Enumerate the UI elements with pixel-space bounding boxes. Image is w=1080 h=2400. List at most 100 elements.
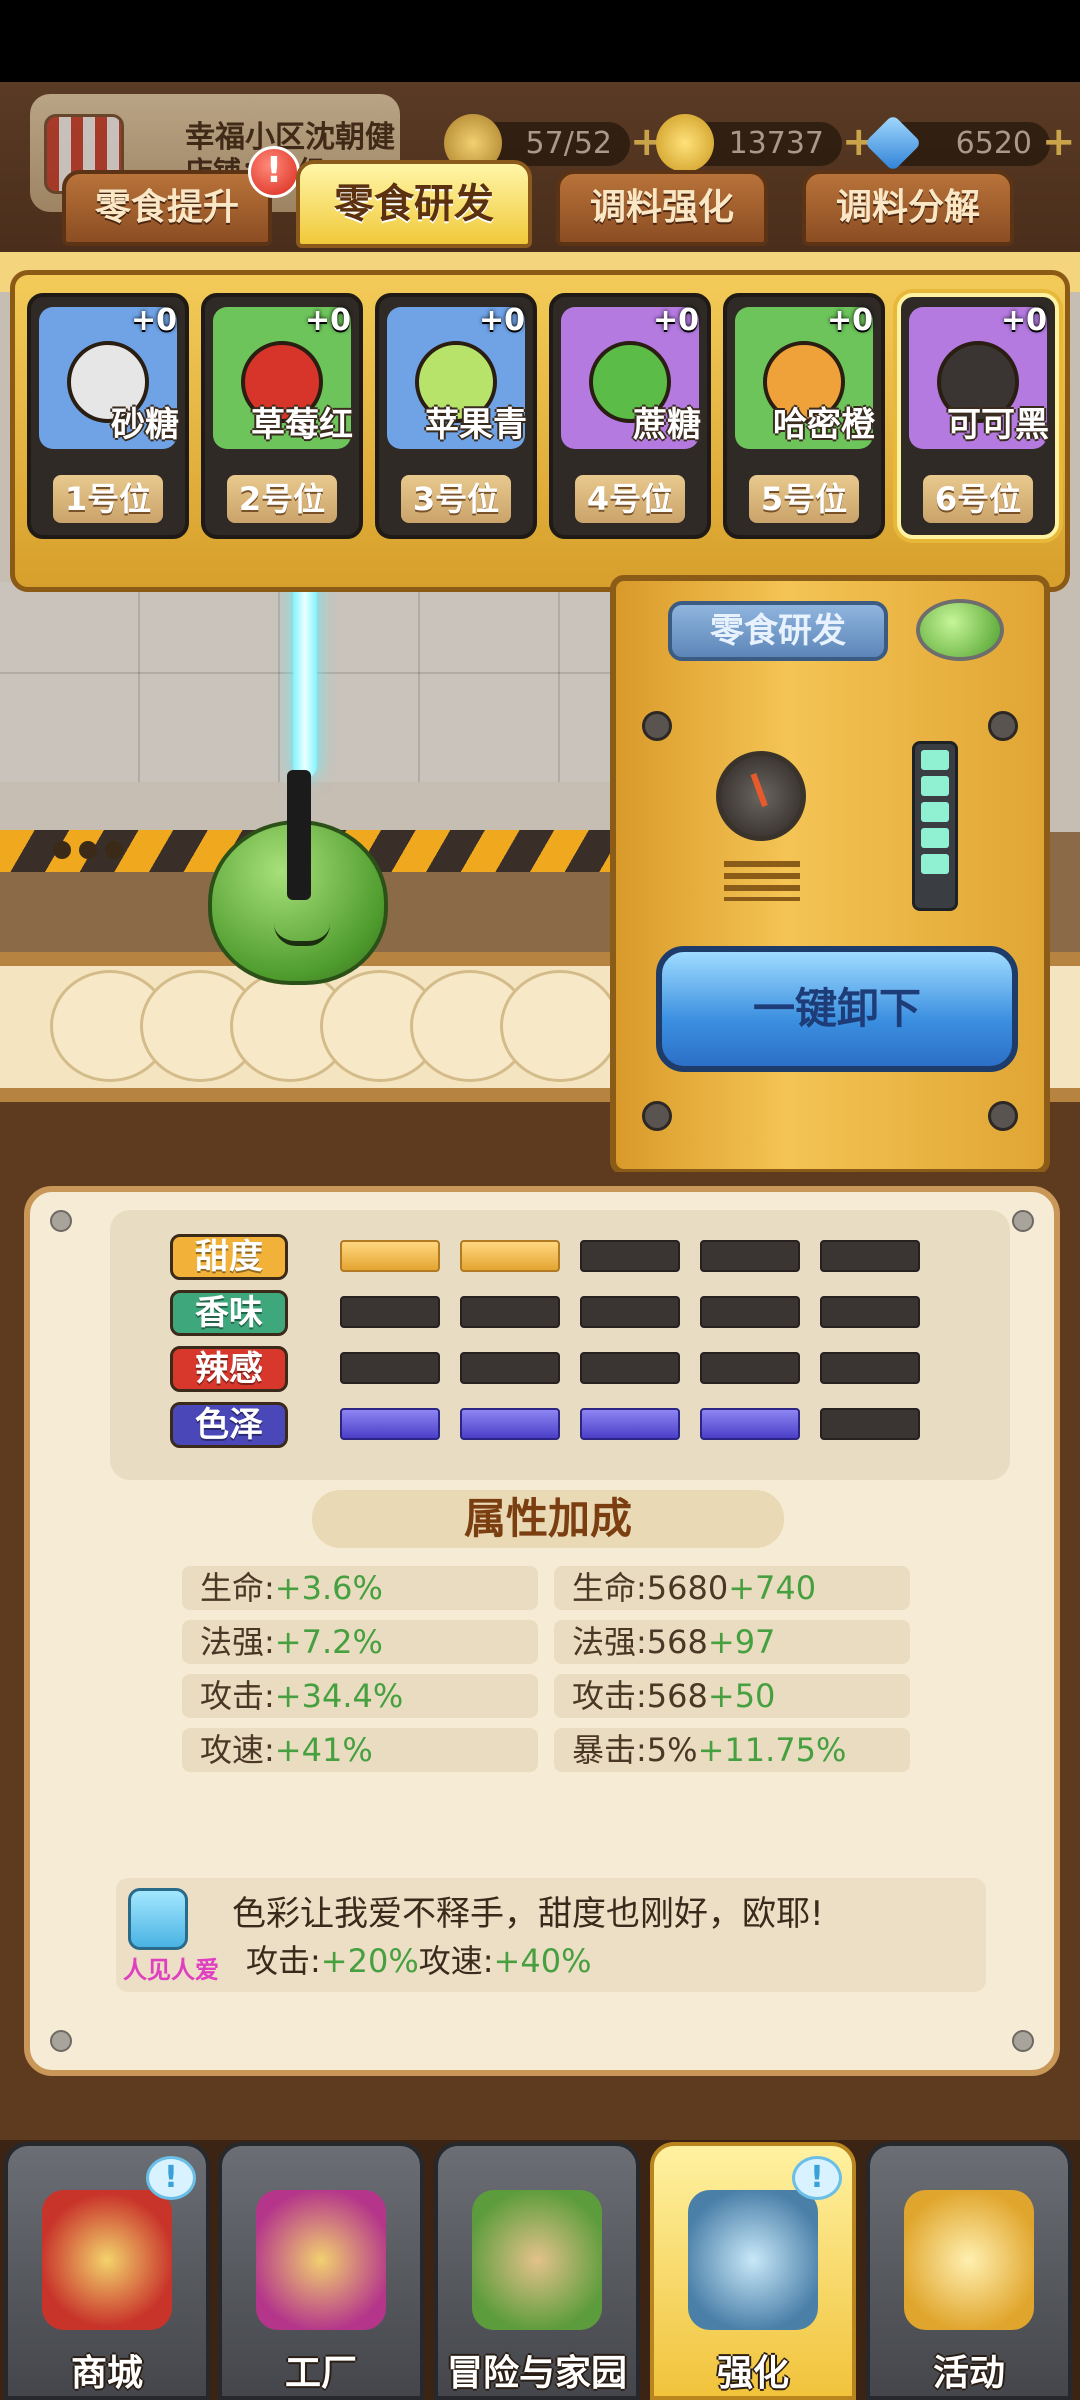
research-machine: 零食研发 一键卸下 — [610, 575, 1050, 1175]
attr-bar-empty — [460, 1352, 560, 1384]
nav-label: 冒险与家园 — [446, 2353, 627, 2394]
stat-hp: 生命:5680+740 — [554, 1566, 910, 1610]
slot-position: 2号位 — [227, 475, 337, 523]
nav-enhance[interactable]: ! 强化 — [650, 2142, 856, 2400]
stat-attack-percent: 攻击:+34.4% — [182, 1674, 538, 1718]
effect-value: +20% — [320, 1942, 419, 1980]
slot-position: 1号位 — [53, 475, 163, 523]
stat-key: 法强:568 — [572, 1623, 708, 1661]
tab-snack-upgrade[interactable]: 零食提升 — [62, 170, 272, 246]
stat-value: +34.4% — [274, 1677, 404, 1715]
slot-name: 草莓红 — [251, 405, 353, 445]
stat-value: +3.6% — [274, 1569, 383, 1607]
stat-key: 生命: — [200, 1569, 275, 1607]
attr-bar-filled — [700, 1408, 800, 1440]
nav-events[interactable]: 活动 — [866, 2142, 1072, 2400]
slot-5[interactable]: +0 哈密橙 5号位 — [723, 293, 885, 539]
combo-tag: 人见人爱 — [123, 1956, 219, 1984]
stat-value: +41% — [274, 1731, 373, 1769]
tab-seasoning-enhance[interactable]: 调料强化 — [556, 170, 768, 246]
stat-value: +50 — [707, 1677, 776, 1715]
stat-magic-percent: 法强:+7.2% — [182, 1620, 538, 1664]
machine-sign: 零食研发 — [668, 601, 888, 661]
effect-value: +40% — [493, 1942, 592, 1980]
enhance-machine-icon — [688, 2190, 818, 2330]
stat-key: 攻速: — [200, 1731, 275, 1769]
nav-shop[interactable]: ! 商城 — [4, 2142, 210, 2400]
slot-level: +0 — [130, 303, 177, 338]
slot-level: +0 — [478, 303, 525, 338]
slot-4[interactable]: +0 蔗糖 4号位 — [549, 293, 711, 539]
diamond-plus-button[interactable]: + — [1042, 120, 1076, 164]
bonus-section-title: 属性加成 — [312, 1490, 784, 1548]
stat-key: 暴击:5% — [572, 1731, 698, 1769]
nav-factory[interactable]: 工厂 — [218, 2142, 424, 2400]
attr-bar-empty — [700, 1352, 800, 1384]
nav-adventure[interactable]: 冒险与家园 — [434, 2142, 640, 2400]
unload-all-button[interactable]: 一键卸下 — [656, 946, 1018, 1072]
tab-label: 调料强化 — [589, 187, 734, 228]
attr-label-aroma: 香味 — [170, 1290, 288, 1336]
belt-segment — [500, 970, 620, 1082]
slot-6[interactable]: +0 可可黑 6号位 — [897, 293, 1059, 539]
attr-bar-empty — [580, 1352, 680, 1384]
stat-attack: 攻击:568+50 — [554, 1674, 910, 1718]
tab-snack-research[interactable]: 零食研发 — [296, 160, 532, 248]
slot-level: +0 — [1000, 303, 1047, 338]
bolt-icon — [988, 1101, 1018, 1131]
attr-label-color: 色泽 — [170, 1402, 288, 1448]
slot-name: 蔗糖 — [633, 405, 701, 445]
slot-1[interactable]: +0 砂糖 1号位 — [27, 293, 189, 539]
robot-smile — [274, 924, 330, 946]
gauge-icon — [716, 751, 806, 841]
attr-label-spicy: 辣感 — [170, 1346, 288, 1392]
stat-value: +11.75% — [697, 1731, 847, 1769]
pin-icon — [50, 1210, 72, 1232]
nav-label: 工厂 — [284, 2353, 357, 2394]
nav-label: 强化 — [716, 2353, 789, 2394]
slot-name: 砂糖 — [111, 405, 179, 445]
stat-crit: 暴击:5%+11.75% — [554, 1728, 910, 1772]
attr-bar-filled — [340, 1240, 440, 1272]
tab-label: 零食提升 — [94, 187, 239, 228]
slot-level: +0 — [652, 303, 699, 338]
slot-name: 可可黑 — [947, 405, 1049, 445]
pin-icon — [1012, 1210, 1034, 1232]
slot-level: +0 — [826, 303, 873, 338]
level-meter — [912, 741, 958, 911]
green-light-button[interactable] — [916, 599, 1004, 661]
attr-bar-empty — [700, 1240, 800, 1272]
attr-bar-empty — [580, 1296, 680, 1328]
pin-icon — [1012, 2030, 1034, 2052]
stat-key: 攻击: — [200, 1677, 275, 1715]
combo-text: 色彩让我爱不释手，甜度也刚好，欧耶! — [232, 1894, 824, 1934]
combo-drink-icon — [128, 1888, 188, 1950]
slot-2[interactable]: +0 草莓红 2号位 — [201, 293, 363, 539]
pin-icon — [50, 2030, 72, 2052]
combo-effect: 攻击:+20%攻速:+40% — [246, 1936, 591, 1982]
attr-bar-empty — [460, 1296, 560, 1328]
attr-bar-filled — [580, 1408, 680, 1440]
nav-label: 商城 — [70, 2353, 143, 2394]
adventure-icon — [472, 2190, 602, 2330]
attr-bar-empty — [820, 1240, 920, 1272]
bolt-icon — [988, 711, 1018, 741]
ingredient-slots-panel: +0 砂糖 1号位 +0 草莓红 2号位 +0 苹果青 3号位 +0 蔗糖 4号… — [10, 270, 1070, 859]
attr-bar-empty — [580, 1240, 680, 1272]
stat-value: +740 — [728, 1569, 817, 1607]
stat-value: +7.2% — [274, 1623, 383, 1661]
attr-bar-empty — [820, 1408, 920, 1440]
status-bar — [0, 0, 1080, 82]
shop-basket-icon — [42, 2190, 172, 2330]
slot-position: 6号位 — [923, 475, 1033, 523]
stat-key: 生命:5680 — [572, 1569, 729, 1607]
nav-badge: ! — [146, 2156, 196, 2200]
tab-seasoning-decompose[interactable]: 调料分解 — [802, 170, 1014, 246]
slot-3[interactable]: +0 苹果青 3号位 — [375, 293, 537, 539]
slot-name: 苹果青 — [425, 405, 527, 445]
attr-bar-empty — [820, 1296, 920, 1328]
energy-value: 57/52 — [525, 126, 612, 161]
coin-counter: 13737 + — [656, 114, 876, 172]
robot-probe — [287, 770, 311, 900]
stat-key: 法强: — [200, 1623, 275, 1661]
